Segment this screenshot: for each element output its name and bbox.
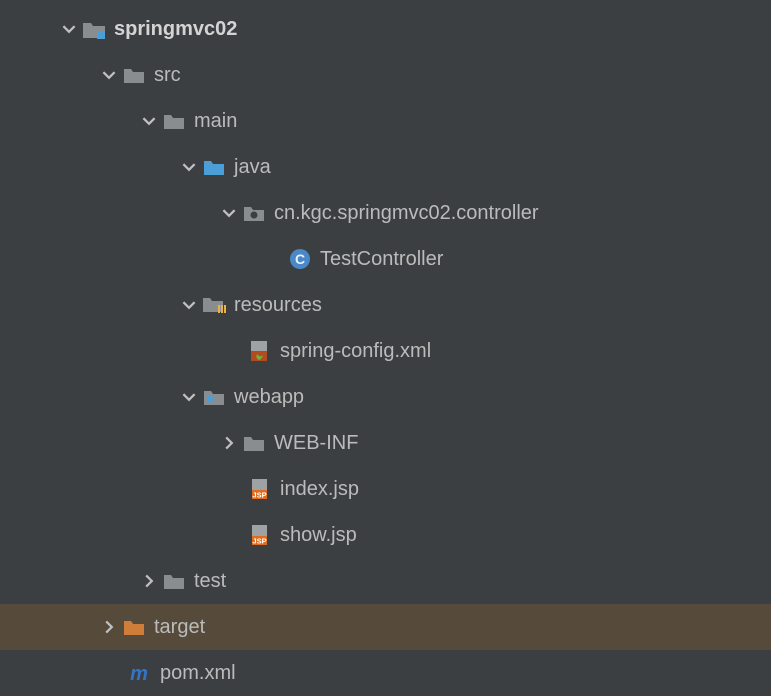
chevron-right-icon xyxy=(140,574,158,588)
tree-item-package[interactable]: cn.kgc.springmvc02.controller xyxy=(0,190,771,236)
chevron-down-icon xyxy=(140,114,158,128)
jsp-file-icon: JSP xyxy=(248,477,272,501)
svg-text:JSP: JSP xyxy=(252,491,266,500)
tree-item-label: index.jsp xyxy=(280,478,359,501)
tree-item-webapp[interactable]: webapp xyxy=(0,374,771,420)
tree-item-label: pom.xml xyxy=(160,662,236,685)
tree-item-label: WEB-INF xyxy=(274,432,358,455)
folder-icon xyxy=(242,431,266,455)
class-icon: C xyxy=(288,247,312,271)
tree-item-label: resources xyxy=(234,294,322,317)
module-folder-icon xyxy=(82,17,106,41)
tree-item-show-jsp[interactable]: JSP show.jsp xyxy=(0,512,771,558)
chevron-down-icon xyxy=(180,390,198,404)
tree-item-label: TestController xyxy=(320,248,443,271)
svg-text:m: m xyxy=(130,663,148,684)
tree-item-label: target xyxy=(154,616,205,639)
svg-text:JSP: JSP xyxy=(252,537,266,546)
folder-icon xyxy=(122,63,146,87)
tree-item-java[interactable]: java xyxy=(0,144,771,190)
tree-item-label: test xyxy=(194,570,226,593)
chevron-down-icon xyxy=(180,298,198,312)
tree-item-webinf[interactable]: WEB-INF xyxy=(0,420,771,466)
package-icon xyxy=(242,201,266,225)
tree-item-main[interactable]: main xyxy=(0,98,771,144)
maven-file-icon: m xyxy=(128,661,152,685)
tree-item-target[interactable]: target xyxy=(0,604,771,650)
tree-item-test[interactable]: test xyxy=(0,558,771,604)
source-folder-icon xyxy=(202,155,226,179)
tree-item-label: cn.kgc.springmvc02.controller xyxy=(274,202,539,225)
tree-item-label: java xyxy=(234,156,271,179)
folder-icon xyxy=(162,109,186,133)
jsp-file-icon: JSP xyxy=(248,523,272,547)
tree-item-root[interactable]: springmvc02 xyxy=(0,6,771,52)
tree-item-resources[interactable]: resources xyxy=(0,282,771,328)
excluded-folder-icon xyxy=(122,615,146,639)
resources-folder-icon xyxy=(202,293,226,317)
tree-item-class-testcontroller[interactable]: C TestController xyxy=(0,236,771,282)
tree-item-label: springmvc02 xyxy=(114,18,237,41)
chevron-right-icon xyxy=(220,436,238,450)
chevron-down-icon xyxy=(180,160,198,174)
chevron-down-icon xyxy=(100,68,118,82)
tree-item-label: spring-config.xml xyxy=(280,340,431,363)
chevron-down-icon xyxy=(60,22,78,36)
tree-item-label: main xyxy=(194,110,237,133)
tree-item-label: src xyxy=(154,64,181,87)
tree-item-pom[interactable]: m pom.xml xyxy=(0,650,771,696)
svg-text:C: C xyxy=(295,251,305,267)
chevron-down-icon xyxy=(220,206,238,220)
tree-item-index-jsp[interactable]: JSP index.jsp xyxy=(0,466,771,512)
tree-item-label: show.jsp xyxy=(280,524,357,547)
folder-icon xyxy=(162,569,186,593)
tree-item-label: webapp xyxy=(234,386,304,409)
tree-item-src[interactable]: src xyxy=(0,52,771,98)
web-folder-icon xyxy=(202,385,226,409)
spring-config-file-icon xyxy=(248,339,272,363)
tree-item-spring-config[interactable]: spring-config.xml xyxy=(0,328,771,374)
chevron-right-icon xyxy=(100,620,118,634)
